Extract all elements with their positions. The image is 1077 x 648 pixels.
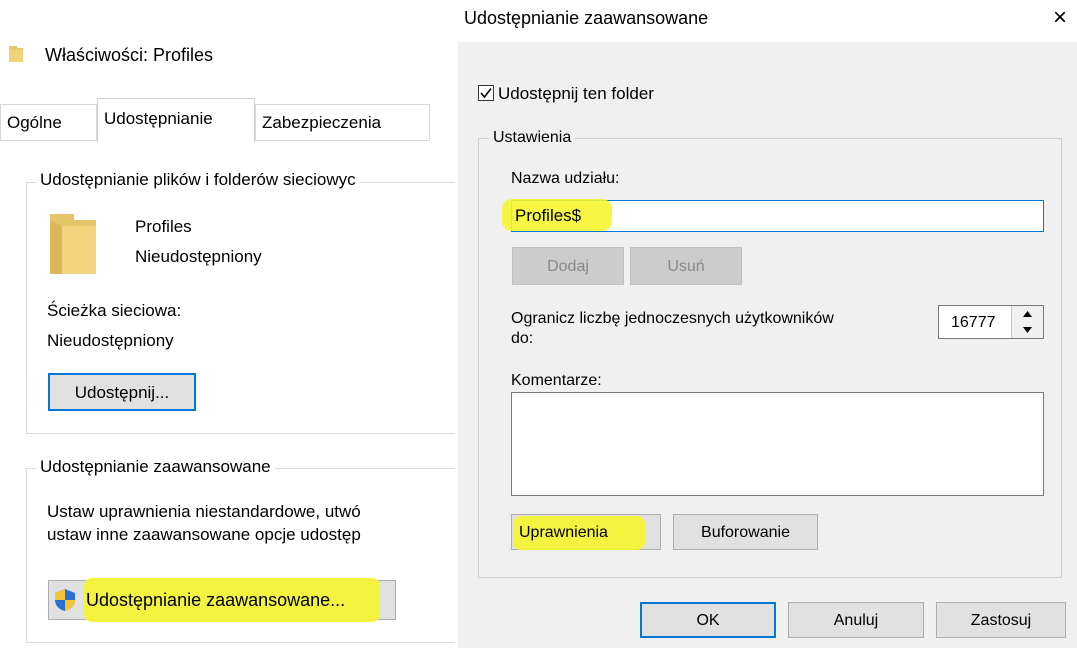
spinner-down-button[interactable] <box>1012 322 1043 338</box>
user-limit-label-line2: do: <box>511 330 534 347</box>
user-limit-label-line1: Ogranicz liczbę jednoczesnych użytkownik… <box>511 310 834 327</box>
advanced-sharing-button-label: Udostępnianie zaawansowane... <box>86 590 346 610</box>
advanced-dialog-title: Udostępnianie zaawansowane <box>464 8 709 28</box>
ok-button[interactable]: OK <box>640 602 776 638</box>
advanced-sharing-dialog: Udostępnianie zaawansowane × Udostępnij … <box>458 0 1077 648</box>
add-button-label: Dodaj <box>547 258 589 275</box>
tab-general[interactable]: Ogólne <box>0 104 97 140</box>
apply-button-label: Zastosuj <box>970 612 1032 629</box>
advanced-description-line2: ustaw inne zaawansowane opcje udostęp <box>47 525 361 544</box>
tab-label: Zabezpieczenia <box>262 113 382 132</box>
close-icon: × <box>1053 4 1068 31</box>
apply-button[interactable]: Zastosuj <box>936 602 1066 638</box>
user-limit-spinner[interactable]: 16777 <box>938 305 1044 339</box>
properties-dialog: Właściwości: Profiles Ogólne Udostępnian… <box>0 0 455 648</box>
cancel-button-label: Anuluj <box>833 612 879 629</box>
permissions-button-label: Uprawnienia <box>519 524 608 541</box>
arrow-up-icon <box>1023 311 1032 317</box>
check-mark-icon <box>480 88 492 99</box>
comments-label: Komentarze: <box>511 372 602 389</box>
network-sharing-legend: Udostępnianie plików i folderów sieciowy… <box>36 170 360 190</box>
caching-button-label: Buforowanie <box>701 524 790 541</box>
share-button-label: Udostępnij... <box>74 383 170 402</box>
caching-button[interactable]: Buforowanie <box>673 514 818 550</box>
folder-name: Profiles <box>135 217 192 236</box>
remove-button-label: Usuń <box>667 258 705 275</box>
advanced-description-line1: Ustaw uprawnienia niestandardowe, utwó <box>47 502 361 521</box>
close-button[interactable]: × <box>1053 4 1077 34</box>
spinner-buttons <box>1011 306 1043 338</box>
remove-button[interactable]: Usuń <box>630 247 742 285</box>
settings-legend: Ustawienia <box>489 129 576 147</box>
tab-sharing[interactable]: Udostępnianie <box>97 98 255 142</box>
dialog-title: Właściwości: Profiles <box>45 45 214 65</box>
share-name-value: Profiles$ <box>515 206 582 225</box>
share-folder-checkbox[interactable] <box>478 85 494 101</box>
arrow-down-icon <box>1023 327 1032 333</box>
spinner-up-button[interactable] <box>1012 306 1043 323</box>
share-folder-label[interactable]: Udostępnij ten folder <box>498 84 654 104</box>
tab-label: Udostępnianie <box>104 109 213 128</box>
network-path-label: Ścieżka sieciowa: <box>47 301 182 320</box>
cancel-button[interactable]: Anuluj <box>788 602 924 638</box>
add-button[interactable]: Dodaj <box>512 247 624 285</box>
advanced-sharing-legend: Udostępnianie zaawansowane <box>36 457 275 477</box>
share-button[interactable]: Udostępnij... <box>48 373 196 411</box>
tab-label: Ogólne <box>7 113 62 132</box>
tab-security[interactable]: Zabezpieczenia <box>255 104 430 140</box>
folder-icon <box>8 44 24 64</box>
user-limit-value: 16777 <box>951 314 996 331</box>
folder-status: Nieudostępniony <box>135 247 262 266</box>
comments-textarea[interactable] <box>511 392 1044 496</box>
ok-button-label: OK <box>696 612 720 629</box>
uac-shield-icon <box>54 588 76 612</box>
network-path-value: Nieudostępniony <box>47 331 174 350</box>
folder-large-icon <box>48 212 98 276</box>
share-name-label: Nazwa udziału: <box>511 170 620 187</box>
